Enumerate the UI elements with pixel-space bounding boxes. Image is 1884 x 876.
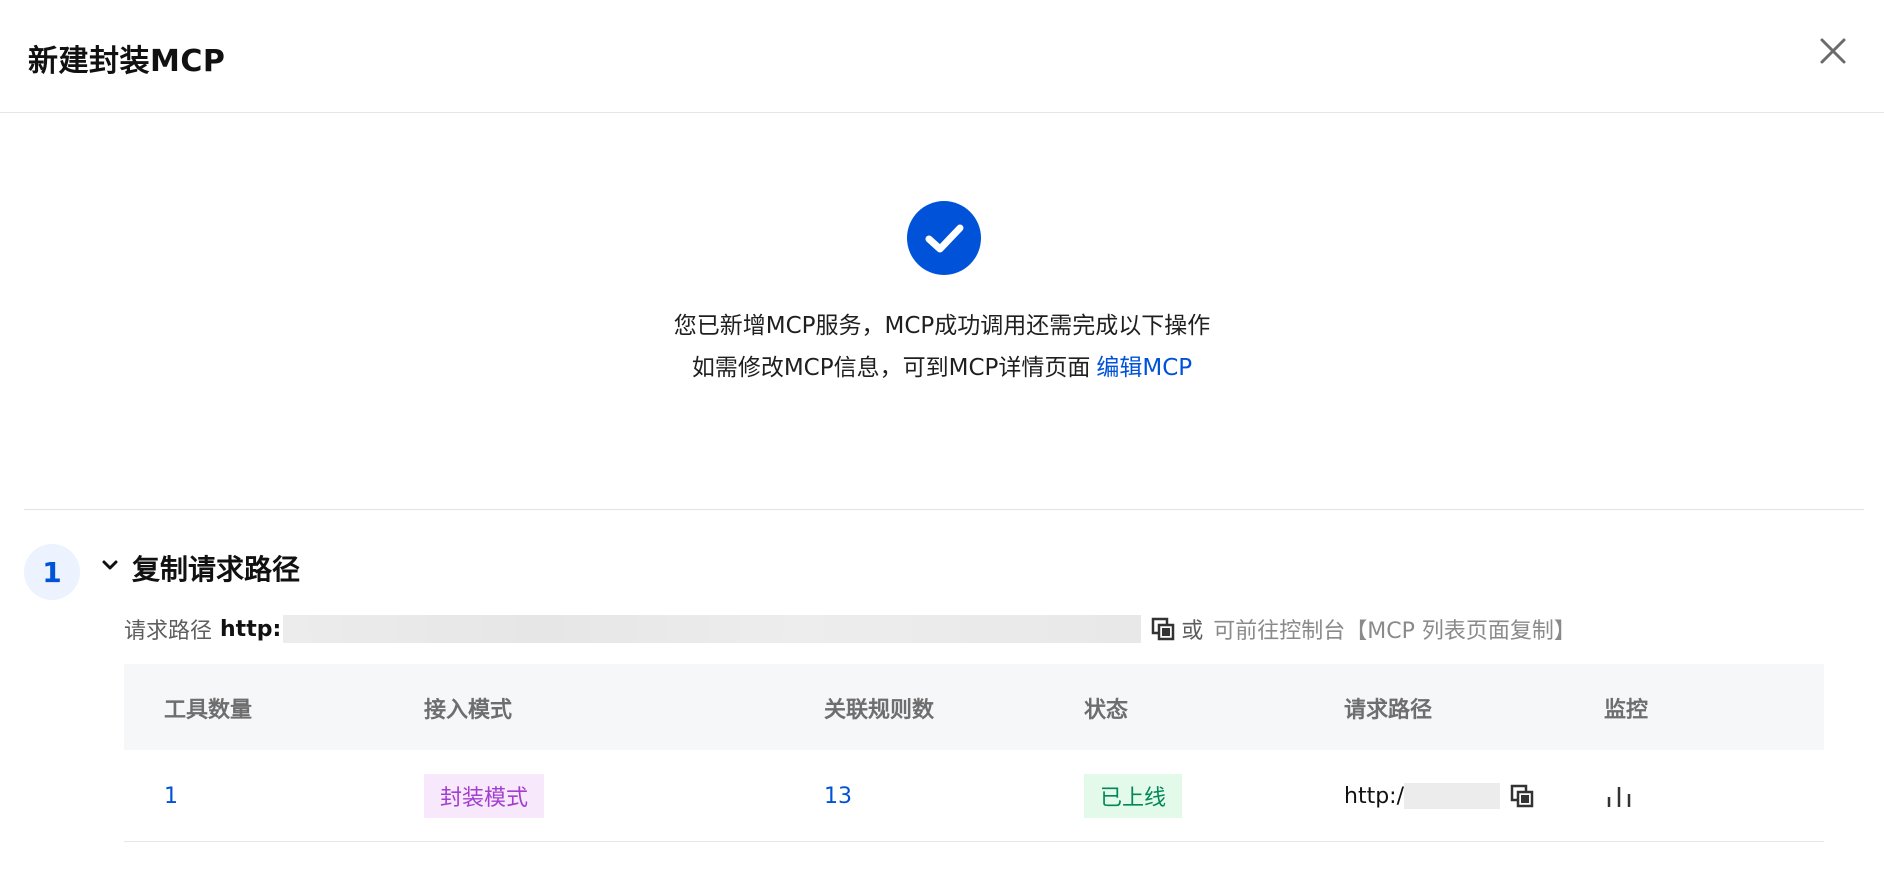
dialog-title: 新建封装MCP [28, 44, 226, 79]
header-tool-count: 工具数量 [164, 698, 253, 723]
check-circle-icon [907, 201, 981, 275]
bar-chart-icon[interactable] [1604, 781, 1634, 811]
row-url-redacted [1403, 783, 1500, 809]
copy-icon[interactable] [1510, 784, 1534, 808]
edit-hint-line: 如需修改MCP信息，可到MCP详情页面 编辑MCP [0, 348, 1884, 382]
request-path-value: http: [220, 616, 282, 642]
table-row: 1 封装模式 13 已上线 http:/ [124, 750, 1824, 842]
header-request-path: 请求路径 [1344, 698, 1433, 723]
dialog-header: 新建封装MCP [0, 0, 1884, 113]
edit-hint-text: 如需修改MCP信息，可到MCP详情页面 [691, 355, 1091, 381]
copy-icon[interactable] [1151, 617, 1175, 641]
edit-mcp-link[interactable]: 编辑MCP [1096, 355, 1192, 381]
request-path-row: 请求路径 http: 或 可前往控制台【MCP 列表页面复制】 [124, 614, 1576, 644]
header-access-mode: 接入模式 [424, 698, 513, 723]
console-hint: 可前往控制台【MCP 列表页面复制】 [1213, 619, 1576, 644]
success-message: 您已新增MCP服务，MCP成功调用还需完成以下操作 [673, 313, 1211, 339]
table-header: 工具数量 接入模式 关联规则数 状态 请求路径 监控 [124, 664, 1824, 750]
section-divider [24, 509, 1864, 510]
step-title: 复制请求路径 [132, 553, 301, 586]
step-number-badge: 1 [24, 544, 80, 600]
request-path-redacted [283, 615, 1142, 643]
rule-count-link[interactable]: 13 [824, 784, 852, 809]
status-badge: 已上线 [1084, 774, 1183, 818]
mcp-table: 工具数量 接入模式 关联规则数 状态 请求路径 监控 1 封装模式 13 已上线… [124, 664, 1824, 842]
request-path-label: 请求路径 [124, 619, 213, 644]
or-text: 或 [1181, 619, 1204, 644]
tool-count-link[interactable]: 1 [164, 784, 178, 809]
close-button[interactable] [1818, 36, 1848, 66]
row-url-text: http:/ [1344, 783, 1404, 809]
header-rule-count: 关联规则数 [824, 698, 935, 723]
header-monitor: 监控 [1604, 698, 1649, 723]
close-icon [1820, 38, 1846, 64]
chevron-down-icon[interactable] [100, 555, 120, 575]
mode-tag: 封装模式 [424, 774, 545, 818]
header-status: 状态 [1084, 698, 1129, 723]
